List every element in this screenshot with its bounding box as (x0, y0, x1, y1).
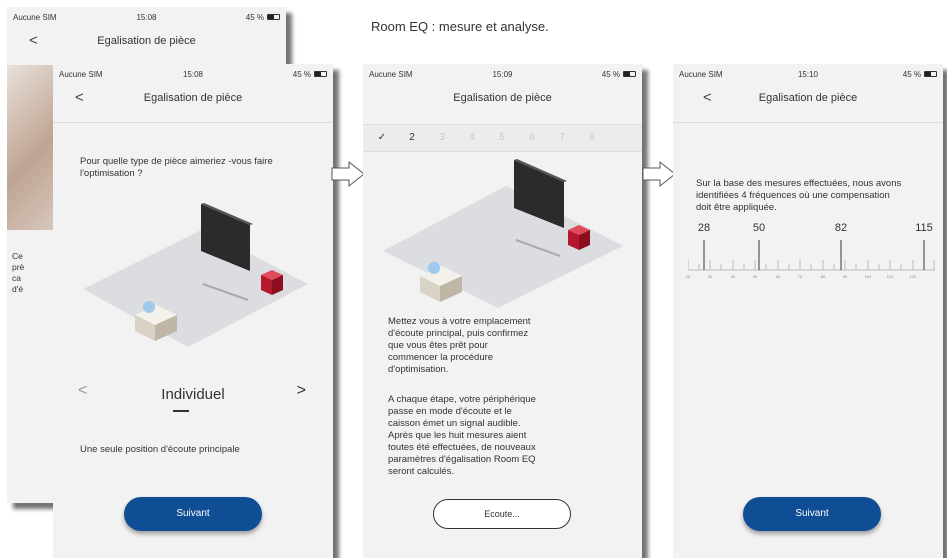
step-item: 5 (499, 132, 505, 143)
scale-label: 110 (886, 274, 894, 279)
screen-title: Egalisation de pièce (758, 92, 858, 104)
step-item: 4 (469, 132, 475, 143)
partial-line: ca (12, 273, 21, 283)
room-type-description: Une seule position d'écoute principale (80, 444, 240, 455)
status-bar: Aucune SIM 15:08 45 % (53, 64, 333, 84)
screen-title: Egalisation de pièce (453, 92, 552, 104)
frequency-label: 82 (834, 222, 848, 234)
step-item: 8 (589, 132, 595, 143)
subwoofer-icon (261, 270, 283, 295)
battery-percent: 45 % (292, 70, 311, 79)
scale-label: 100 (864, 274, 872, 279)
instructions-text: Mettez vous à votre emplacement d'écoute… (388, 316, 531, 375)
nav-bar: < Egalisation de pièce (53, 86, 333, 116)
status-bar: Aucune SIM 15:09 45 % (363, 64, 642, 84)
room-floor (383, 186, 623, 308)
phone-room-type: Aucune SIM 15:08 45 % < Egalisation de p… (53, 64, 333, 558)
subwoofer-icon (568, 225, 590, 250)
scale-label: 50 (752, 274, 758, 279)
results-summary: Sur la base des mesures effectuées, nous… (696, 178, 902, 213)
caption: Room EQ : mesure et analyse. (371, 19, 549, 34)
process-text: A chaque étape, votre périphérique passe… (388, 394, 536, 477)
status-bar: Aucune SIM 15:08 45 % (7, 7, 286, 27)
screen-title: Egalisation de pièce (97, 35, 196, 47)
listen-button[interactable]: Ecoute... (433, 499, 571, 529)
room-illustration (383, 159, 623, 308)
clock: 15:08 (136, 13, 157, 22)
partial-text: Ce prè ca d'é (12, 251, 24, 295)
frequency-label: 115 (915, 222, 933, 234)
frequency-label: 28 (697, 222, 711, 234)
next-button[interactable]: Suivant (743, 497, 881, 531)
battery-icon (924, 71, 937, 77)
battery-icon (267, 14, 280, 20)
screen-title: Egalisation de pièce (143, 92, 243, 104)
nav-divider (673, 122, 943, 123)
partial-line: d'é (12, 284, 24, 294)
step-item: 3 (439, 132, 445, 143)
question-text: Pour quelle type de pièce aimeriez -vous… (80, 156, 273, 179)
next-room-icon[interactable]: > (297, 382, 306, 400)
room-type-indicator (173, 410, 189, 412)
scale-label: 80 (820, 274, 826, 279)
room-type-label: Individuel (161, 386, 225, 403)
clock: 15:08 (182, 70, 204, 79)
step-item: 2 (409, 132, 415, 143)
partial-line: prè (12, 262, 25, 272)
next-button[interactable]: Suivant (124, 497, 262, 531)
nav-divider (53, 122, 333, 123)
flow-arrow-icon (642, 160, 676, 188)
battery-icon (623, 71, 636, 77)
scale-label: 90 (842, 274, 848, 279)
status-bar: Aucune SIM 15:10 45 % (673, 64, 943, 84)
step-done-check-icon: ✓ (377, 132, 387, 143)
step-item: 6 (529, 132, 535, 143)
phone-measure: Aucune SIM 15:09 45 % Egalisation de piè… (363, 64, 642, 558)
frequency-ruler (688, 240, 935, 271)
scale-label: 40 (730, 274, 736, 279)
step-item: 7 (559, 132, 565, 143)
battery-percent: 45 % (601, 70, 620, 79)
scale-label: 70 (797, 274, 803, 279)
scale-label: 60 (775, 274, 781, 279)
nav-bar: < Egalisation de pièce (673, 86, 943, 116)
scale-label: 30 (707, 274, 713, 279)
room-illustration (83, 203, 308, 347)
scale-label: 20 (685, 274, 691, 279)
flow-arrow-icon (331, 160, 365, 188)
phone-results: Aucune SIM 15:10 45 % < Egalisation de p… (673, 64, 943, 558)
battery-percent: 45 % (245, 13, 264, 22)
clock: 15:09 (492, 70, 513, 79)
step-indicator: ✓ 2 3 4 5 6 7 8 (363, 124, 642, 152)
scale-label: 120 (909, 274, 917, 279)
battery-percent: 45 % (902, 70, 921, 79)
battery-icon (314, 71, 327, 77)
frequency-scale: 28 50 82 115 20 30 40 50 60 70 80 90 100… (685, 222, 935, 286)
frequency-label: 50 (752, 222, 766, 234)
nav-bar: Egalisation de pièce (363, 86, 642, 116)
nav-bar: < Egalisation de pièce (7, 29, 286, 59)
partial-line: Ce (12, 251, 23, 261)
photo-panel (7, 65, 59, 230)
